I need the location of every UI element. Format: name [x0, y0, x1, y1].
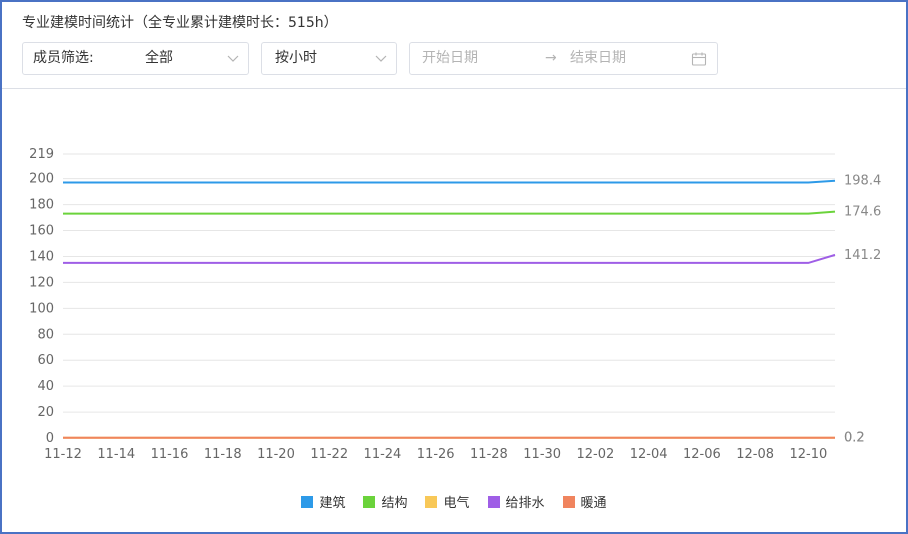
x-tick-label: 11-28	[470, 447, 508, 462]
x-tick-label: 11-14	[97, 447, 135, 462]
y-tick-label: 180	[29, 198, 54, 213]
y-tick-label: 200	[29, 172, 54, 187]
series-end-label: 174.6	[844, 205, 881, 220]
y-tick-label: 219	[29, 147, 54, 162]
end-date-input[interactable]: 结束日期	[570, 43, 626, 74]
legend-item[interactable]: 结构	[363, 492, 407, 511]
chart-legend: 建筑 结构 电气 给排水 暖通	[2, 492, 906, 511]
member-filter-select[interactable]: 成员筛选: 全部	[22, 42, 249, 75]
chevron-down-icon	[227, 55, 239, 62]
legend-swatch	[425, 496, 438, 508]
line-chart: 0 20 40 60 80 100 120 140 160 180 200 219 11-12 11-14…	[29, 147, 881, 462]
y-tick-label: 80	[37, 327, 54, 342]
legend-swatch	[363, 496, 376, 508]
y-tick-label: 40	[37, 379, 54, 394]
y-tick-label: 120	[29, 275, 54, 290]
legend-label: 暖通	[580, 496, 607, 511]
y-tick-label: 160	[29, 224, 54, 239]
series-line	[63, 210, 836, 215]
range-separator: →	[545, 50, 557, 66]
calendar-icon	[691, 52, 707, 66]
legend-swatch	[301, 496, 314, 508]
y-tick-label: 20	[37, 405, 54, 420]
x-tick-label: 11-18	[204, 447, 242, 462]
y-tick-label: 100	[29, 301, 54, 316]
x-tick-label: 11-20	[257, 447, 295, 462]
y-tick-label: 0	[46, 431, 54, 446]
x-tick-label: 11-24	[364, 447, 402, 462]
x-tick-label: 12-10	[789, 447, 827, 462]
legend-item[interactable]: 电气	[425, 492, 470, 511]
x-tick-label: 11-22	[310, 447, 348, 462]
legend-item[interactable]: 暖通	[562, 492, 607, 511]
y-tick-label: 60	[37, 353, 54, 368]
legend-label: 电气	[443, 496, 470, 511]
legend-item[interactable]: 给排水	[487, 492, 545, 511]
legend-swatch	[487, 496, 500, 508]
x-tick-label: 12-02	[577, 447, 615, 462]
x-tick-label: 12-04	[630, 447, 668, 462]
member-filter-label: 成员筛选:	[33, 50, 94, 66]
page-title: 专业建模时间统计（全专业累计建模时长：515h）	[22, 15, 338, 31]
series-end-label: 0.2	[844, 431, 865, 446]
x-tick-label: 11-16	[151, 447, 189, 462]
series-line	[63, 179, 836, 184]
x-tick-label: 11-12	[44, 447, 82, 462]
series-end-label: 141.2	[844, 248, 881, 263]
legend-label: 建筑	[319, 496, 346, 511]
member-filter-value: 全部	[145, 50, 173, 66]
legend-swatch	[562, 496, 575, 508]
granularity-value: 按小时	[275, 50, 317, 66]
legend-label: 给排水	[505, 496, 545, 511]
legend-item[interactable]: 建筑	[301, 492, 345, 511]
x-tick-label: 12-08	[736, 447, 774, 462]
y-tick-label: 140	[29, 249, 54, 264]
x-tick-label: 12-06	[683, 447, 721, 462]
granularity-select[interactable]: 按小时	[261, 42, 397, 75]
x-tick-label: 11-30	[523, 447, 561, 462]
series-end-label: 198.4	[844, 174, 881, 189]
x-tick-label: 11-26	[417, 447, 455, 462]
date-range-picker[interactable]: 开始日期 → 结束日期	[409, 42, 718, 75]
chevron-down-icon	[375, 55, 387, 62]
legend-label: 结构	[381, 496, 408, 511]
start-date-input[interactable]: 开始日期	[422, 43, 478, 74]
header-divider	[2, 88, 906, 89]
